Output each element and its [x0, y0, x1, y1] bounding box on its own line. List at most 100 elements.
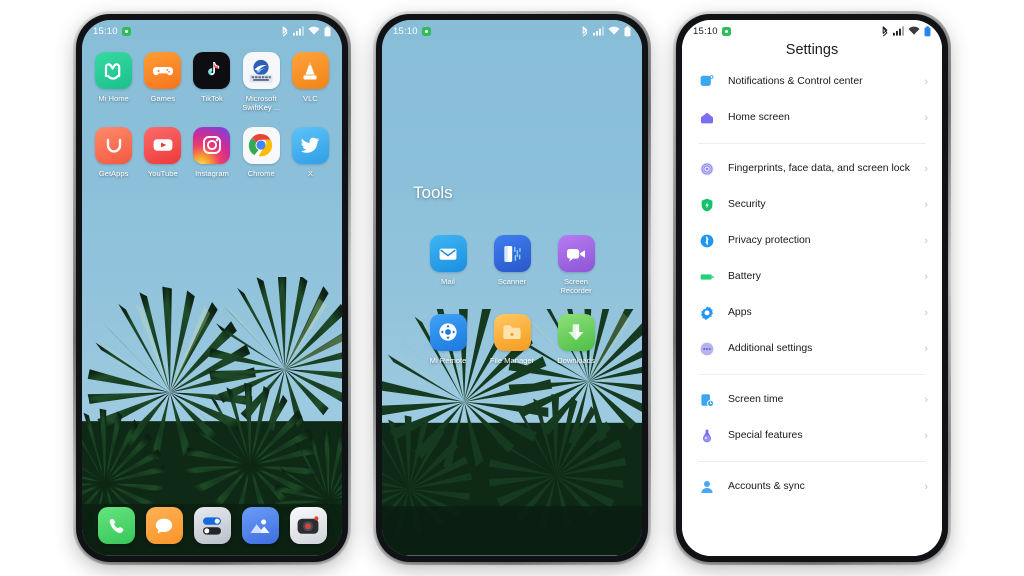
- status-clock: 15:10: [93, 25, 118, 37]
- fingerprint-icon: [698, 161, 715, 178]
- additional-settings-icon: [698, 341, 715, 358]
- settings-row-accounts-sync[interactable]: Accounts & sync ›: [682, 469, 942, 505]
- divider: [698, 374, 926, 375]
- settings-row-screen-time[interactable]: Screen time ›: [682, 382, 942, 418]
- app-x-twitter[interactable]: X: [286, 126, 335, 178]
- settings-row-additional[interactable]: Additional settings ›: [682, 331, 942, 367]
- app-scanner[interactable]: Scanner: [480, 235, 544, 296]
- app-getapps[interactable]: GetApps: [89, 126, 138, 178]
- battery-icon: [924, 25, 931, 36]
- home-app-grid: Mi Home Games TikTok Microsoft SwiftKey …: [82, 52, 342, 178]
- privacy-icon: [698, 233, 715, 250]
- app-label: Instagram: [195, 168, 229, 178]
- chevron-right-icon: ›: [924, 163, 928, 175]
- battery-icon: [624, 25, 631, 36]
- settings-row-label: Privacy protection: [728, 234, 811, 246]
- green-app-badge-icon: [721, 26, 731, 36]
- x-twitter-icon: [291, 126, 329, 164]
- wifi-icon: [608, 26, 620, 35]
- wifi-icon: [308, 26, 320, 35]
- app-chrome[interactable]: Chrome: [237, 126, 286, 178]
- app-label: Chrome: [247, 168, 275, 178]
- app-instagram[interactable]: Instagram: [187, 126, 236, 178]
- accounts-sync-icon: [698, 479, 715, 496]
- downloads-icon: [557, 313, 595, 351]
- settings-row-security[interactable]: Security ›: [682, 187, 942, 223]
- phone-icon[interactable]: [97, 507, 135, 544]
- app-label: Screen Recorder: [560, 277, 592, 296]
- signal-bars-icon: [893, 26, 904, 36]
- scanner-icon: [493, 235, 531, 272]
- mail-icon: [429, 235, 467, 272]
- phone-home-screen: 15:10 Mi Home Games TikTok Microsoft Swi…: [73, 11, 351, 565]
- app-label: Mi Home: [98, 94, 129, 103]
- phone-folder-screen: 15:10 Tools Mail Scanner Screen Recorder…: [373, 11, 651, 565]
- chevron-right-icon: ›: [924, 112, 928, 124]
- wifi-icon: [908, 26, 920, 35]
- app-file-manager[interactable]: File Manager: [480, 313, 544, 365]
- app-mail[interactable]: Mail: [416, 235, 480, 296]
- settings-row-label: Special features: [728, 429, 803, 441]
- battery-settings-icon: [698, 269, 715, 286]
- battery-icon: [324, 25, 331, 36]
- chevron-right-icon: ›: [924, 235, 928, 247]
- app-label: YouTube: [147, 168, 178, 178]
- messages-icon[interactable]: [145, 507, 183, 544]
- signal-bars-icon: [293, 26, 304, 36]
- app-label: TikTok: [201, 94, 223, 103]
- app-microsoft-swiftkey[interactable]: Microsoft SwiftKey ...: [237, 52, 286, 113]
- settings-row-label: Fingerprints, face data, and screen lock: [728, 162, 910, 174]
- status-bar: 15:10: [82, 20, 342, 42]
- chrome-icon: [242, 126, 280, 164]
- camera-icon[interactable]: [289, 507, 327, 544]
- settings-row-home-screen[interactable]: Home screen ›: [682, 100, 942, 136]
- app-downloads[interactable]: Downloads: [544, 313, 608, 365]
- status-clock: 15:10: [693, 25, 718, 37]
- settings-row-battery[interactable]: Battery ›: [682, 259, 942, 295]
- chevron-right-icon: ›: [924, 481, 928, 493]
- app-tiktok[interactable]: TikTok: [187, 52, 236, 113]
- app-label: GetApps: [98, 168, 129, 178]
- settings-row-label: Screen time: [728, 393, 784, 405]
- settings-row-label: Additional settings: [728, 342, 813, 354]
- settings-row-privacy[interactable]: Privacy protection ›: [682, 223, 942, 259]
- settings-row-label: Battery: [728, 270, 761, 282]
- settings-row-fingerprints[interactable]: Fingerprints, face data, and screen lock…: [682, 151, 942, 187]
- settings-row-label: Home screen: [728, 111, 790, 123]
- app-screen-recorder[interactable]: Screen Recorder: [544, 235, 608, 296]
- app-vlc[interactable]: VLC: [286, 52, 335, 113]
- phones-row: 15:10 Mi Home Games TikTok Microsoft Swi…: [0, 0, 1024, 576]
- file-manager-icon: [493, 313, 531, 351]
- app-label: VLC: [303, 94, 318, 103]
- settings-list: Notifications & Control center › Home sc…: [682, 64, 942, 505]
- folder-title: Tools: [413, 183, 453, 202]
- settings-row-apps[interactable]: Apps ›: [682, 295, 942, 331]
- status-bar: 15:10: [682, 20, 942, 42]
- app-games[interactable]: Games: [138, 52, 187, 113]
- settings-toggles-icon[interactable]: [193, 507, 231, 544]
- youtube-icon: [144, 126, 182, 164]
- divider: [698, 143, 926, 144]
- status-bar: 15:10: [382, 20, 642, 42]
- gallery-icon[interactable]: [241, 507, 279, 544]
- mi-home-icon: [95, 52, 133, 89]
- app-mi-home[interactable]: Mi Home: [89, 52, 138, 113]
- microsoft-swiftkey-icon: [242, 52, 280, 89]
- screen-home: 15:10 Mi Home Games TikTok Microsoft Swi…: [82, 20, 342, 556]
- home-icon: [698, 110, 715, 127]
- app-label: X: [307, 168, 313, 178]
- app-mi-remote[interactable]: Mi Remote: [416, 313, 480, 365]
- settings-row-special-features[interactable]: Special features ›: [682, 418, 942, 454]
- app-label: Downloads: [557, 355, 595, 365]
- divider: [698, 461, 926, 462]
- app-label: Games: [150, 94, 176, 103]
- chevron-right-icon: ›: [924, 307, 928, 319]
- settings-row-notifications[interactable]: Notifications & Control center ›: [682, 64, 942, 100]
- chevron-right-icon: ›: [924, 271, 928, 283]
- app-youtube[interactable]: YouTube: [138, 126, 187, 178]
- settings-row-label: Apps: [728, 306, 752, 318]
- instagram-icon: [193, 126, 231, 164]
- app-label: Mail: [441, 277, 455, 286]
- bluetooth-icon: [282, 25, 288, 36]
- chevron-right-icon: ›: [924, 430, 928, 442]
